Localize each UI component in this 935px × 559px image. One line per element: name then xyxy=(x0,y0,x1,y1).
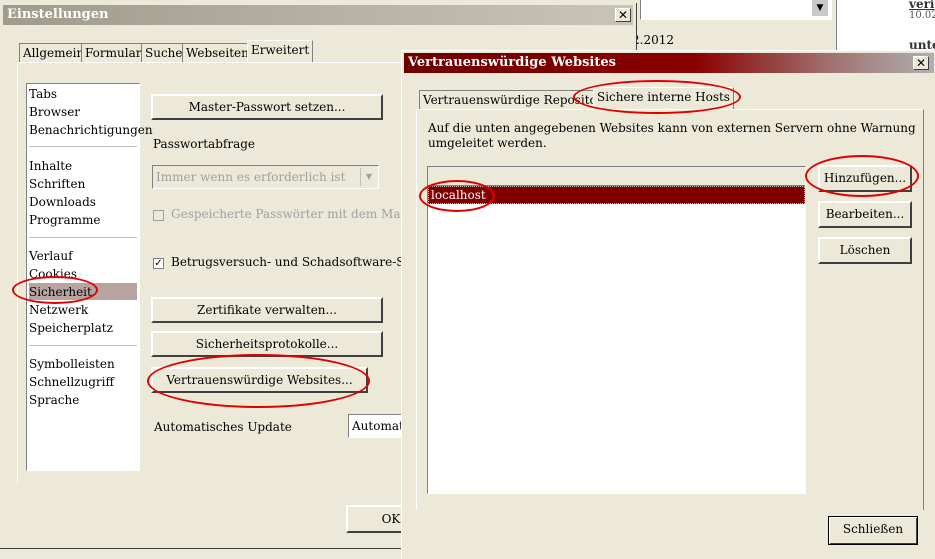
sidebar-item-programme[interactable]: Programme xyxy=(29,213,100,227)
fraud-protection-checkbox[interactable]: ✓ xyxy=(153,258,164,269)
edit-host-button[interactable]: Bearbeiten... xyxy=(818,201,912,228)
sidebar-item-speicherplatz[interactable]: Speicherplatz xyxy=(29,321,113,335)
sidebar-divider xyxy=(29,237,137,238)
chevron-down-icon: ▼ xyxy=(360,168,377,186)
sidebar-item-sprache[interactable]: Sprache xyxy=(29,393,79,407)
master-password-button[interactable]: Master-Passwort setzen... xyxy=(151,94,383,120)
close-button[interactable]: Schließen xyxy=(828,516,918,545)
settings-title: Einstellungen xyxy=(7,7,109,22)
trusted-close-icon[interactable]: ✕ xyxy=(913,56,929,70)
trusted-description-line2: umgeleitet werden. xyxy=(428,136,547,150)
settings-close-icon[interactable]: ✕ xyxy=(615,8,631,22)
sidebar-item-sicherheit[interactable]: Sicherheit xyxy=(29,285,92,299)
sidebar-item-inhalte[interactable]: Inhalte xyxy=(29,159,72,173)
sidebar-item-browser[interactable]: Browser xyxy=(29,105,80,119)
add-host-button[interactable]: Hinzufügen... xyxy=(818,165,912,192)
sidebar-item-schriften[interactable]: Schriften xyxy=(29,177,85,191)
fraud-protection-label: Betrugsversuch- und Schadsoftware-Schut xyxy=(171,255,432,269)
trusted-websites-button[interactable]: Vertrauenswürdige Websites... xyxy=(151,367,368,393)
sidebar-item-netzwerk[interactable]: Netzwerk xyxy=(29,303,88,317)
tab-allgemein[interactable]: Allgemein xyxy=(19,43,89,62)
tab-suche[interactable]: Suche xyxy=(141,43,187,62)
hosts-list: localhost xyxy=(427,166,806,494)
hosts-list-header xyxy=(428,167,805,186)
trusted-titlebar: Vertrauenswürdige Websites xyxy=(404,53,934,73)
delete-host-button[interactable]: Löschen xyxy=(818,237,912,264)
settings-sidebar: Tabs Browser Benachrichtigungen Inhalte … xyxy=(26,83,153,471)
background-date: 2.2012 xyxy=(632,33,674,47)
auto-update-label: Automatisches Update xyxy=(154,420,292,434)
saved-passwords-checkbox[interactable] xyxy=(153,210,164,221)
sidebar-item-schnellzugriff[interactable]: Schnellzugriff xyxy=(29,375,114,389)
sidebar-divider xyxy=(29,146,137,147)
sidebar-item-tabs[interactable]: Tabs xyxy=(29,87,57,101)
auto-update-select[interactable]: Automati xyxy=(348,414,408,438)
settings-titlebar: Einstellungen xyxy=(3,5,633,25)
password-prompt-label: Passwortabfrage xyxy=(153,137,256,151)
tab-trusted-repositories[interactable]: Vertrauenswürdige Repositorys xyxy=(419,90,620,109)
auto-update-value: Automati xyxy=(352,419,408,433)
background-dropdown-arrow-icon: ▼ xyxy=(812,0,828,16)
password-prompt-select[interactable]: Immer wenn es erforderlich ist ▼ xyxy=(152,165,379,189)
sidebar-item-verlauf[interactable]: Verlauf xyxy=(29,249,73,263)
sidebar-item-benachrichtigungen[interactable]: Benachrichtigungen xyxy=(29,123,153,137)
background-right-sub: 10.02 xyxy=(909,10,935,21)
sidebar-item-downloads[interactable]: Downloads xyxy=(29,195,96,209)
trusted-websites-dialog: Vertrauenswürdige Websites ✕ Vertrauensw… xyxy=(401,50,935,559)
sidebar-item-cookies[interactable]: Cookies xyxy=(29,267,77,281)
password-prompt-value: Immer wenn es erforderlich ist xyxy=(156,170,346,184)
tab-webseiten[interactable]: Webseiten xyxy=(182,43,253,62)
tab-secure-internal-hosts[interactable]: Sichere interne Hosts xyxy=(593,87,734,109)
background-dropdown xyxy=(640,0,832,20)
host-localhost: localhost xyxy=(431,188,486,202)
certificates-button[interactable]: Zertifikate verwalten... xyxy=(151,297,383,323)
trusted-description-line1: Auf die unten angegebenen Websites kann … xyxy=(428,121,916,135)
security-protocols-button[interactable]: Sicherheitsprotokolle... xyxy=(151,331,383,357)
list-item[interactable]: localhost xyxy=(428,186,805,204)
sidebar-divider xyxy=(29,345,137,346)
trusted-title: Vertrauenswürdige Websites xyxy=(408,55,616,70)
tab-erweitert[interactable]: Erweitert xyxy=(247,40,314,62)
sidebar-item-symbolleisten[interactable]: Symbolleisten xyxy=(29,357,115,371)
